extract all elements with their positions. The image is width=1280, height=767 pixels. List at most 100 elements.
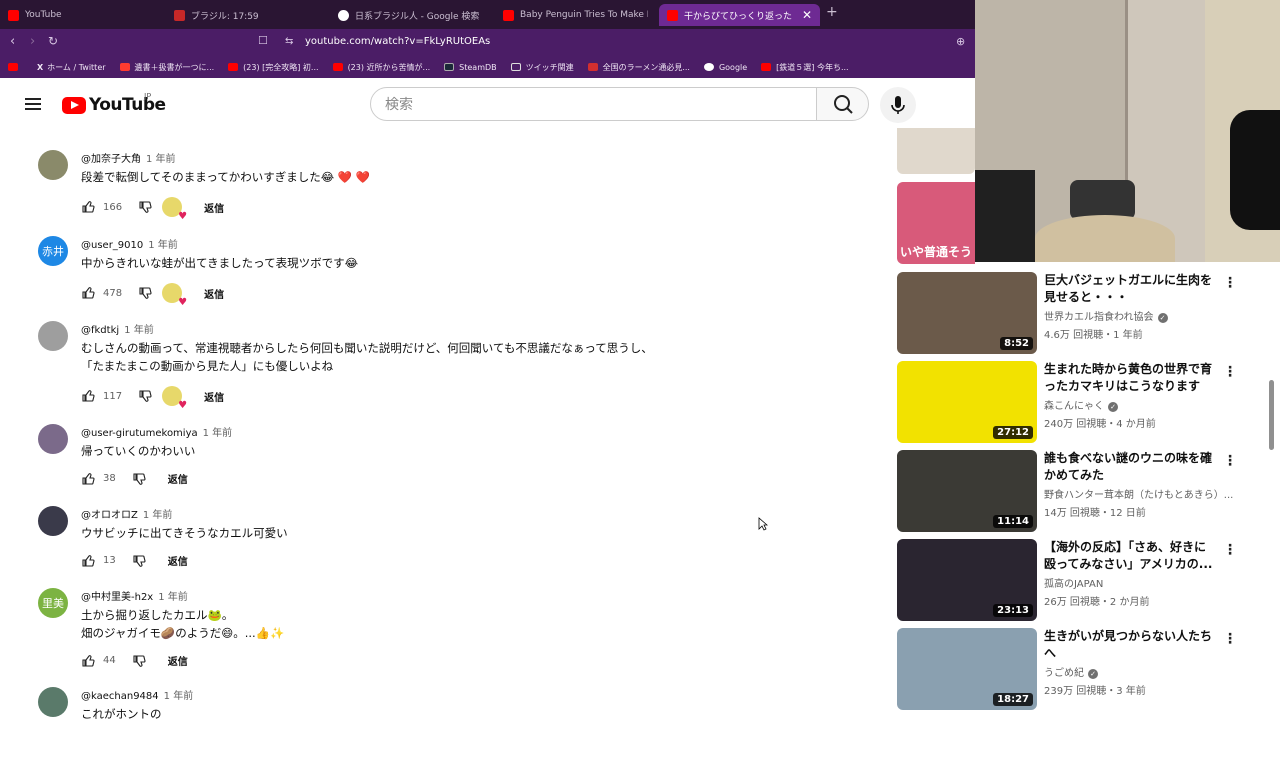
thumbs-up-icon[interactable] bbox=[81, 389, 95, 403]
comment-author[interactable]: @user_9010 bbox=[81, 240, 143, 251]
video-thumbnail[interactable]: 11:14 bbox=[897, 450, 1037, 532]
avatar[interactable] bbox=[38, 321, 68, 351]
tab-google-search[interactable]: 日系ブラジル人 - Google 検索 bbox=[338, 4, 488, 26]
more-options-icon[interactable]: ⋮ bbox=[1223, 542, 1237, 558]
reply-button[interactable]: 返信 bbox=[168, 553, 188, 568]
thumbs-up-icon[interactable] bbox=[81, 286, 95, 300]
comment-time[interactable]: 1 年前 bbox=[146, 154, 176, 165]
avatar[interactable] bbox=[38, 150, 68, 180]
more-options-icon[interactable]: ⋮ bbox=[1223, 275, 1237, 291]
video-thumbnail[interactable] bbox=[897, 128, 975, 174]
video-title[interactable]: 誰も食べない謎のウニの味を確かめてみた bbox=[1044, 450, 1214, 484]
bookmark-item[interactable]: Google bbox=[703, 63, 747, 72]
bookmark-item[interactable]: (23) [完全攻略] 初... bbox=[228, 62, 319, 73]
bookmark-item[interactable]: 遺書＋扱書が一つに... bbox=[119, 62, 214, 73]
avatar[interactable] bbox=[38, 506, 68, 536]
avatar[interactable] bbox=[38, 424, 68, 454]
like-count: 13 bbox=[103, 555, 116, 566]
bookmark-item[interactable]: SteamDB bbox=[444, 63, 497, 72]
zoom-icon[interactable]: ⊕ bbox=[956, 35, 965, 48]
tab-current-video[interactable]: 干からびてひっくり返ったカエルに水を ✕ bbox=[659, 4, 820, 26]
video-thumbnail[interactable]: いや普通そう bbox=[897, 182, 975, 264]
more-options-icon[interactable]: ⋮ bbox=[1223, 453, 1237, 469]
url-field[interactable]: youtube.com/watch?v=FkLyRUtOEAs bbox=[305, 36, 490, 47]
thumbs-down-icon[interactable] bbox=[138, 389, 152, 403]
thumbs-down-icon[interactable] bbox=[132, 472, 146, 486]
video-thumbnail[interactable]: 27:12 bbox=[897, 361, 1037, 443]
related-video-card[interactable]: 18:27 生きがいが見つからない人たちへ うごめ紀 ✓ 239万 回視聴・3 年前 ⋮ bbox=[897, 628, 1267, 710]
reply-button[interactable]: 返信 bbox=[168, 471, 188, 486]
related-video-card[interactable]: 27:12 生まれた時から黄色の世界で育ったカマキリはこうなります 森こんにゃく ✓ 2… bbox=[897, 361, 1267, 443]
video-title[interactable]: 巨大バジェットガエルに生肉を見せると・・・ bbox=[1044, 272, 1214, 306]
bookmark-item[interactable]: 全国のラーメン通必見... bbox=[587, 62, 690, 73]
channel-name[interactable]: 森こんにゃく ✓ bbox=[1044, 397, 1234, 412]
bookmark-item[interactable] bbox=[8, 63, 23, 71]
channel-name[interactable]: 孤高のJAPAN bbox=[1044, 575, 1234, 590]
hamburger-menu-icon[interactable] bbox=[25, 98, 41, 110]
comment-time[interactable]: 1 年前 bbox=[148, 240, 178, 251]
video-title[interactable]: 生きがいが見つからない人たちへ bbox=[1044, 628, 1214, 662]
more-options-icon[interactable]: ⋮ bbox=[1223, 631, 1237, 647]
thumbs-down-icon[interactable] bbox=[138, 286, 152, 300]
thumbs-up-icon[interactable] bbox=[81, 654, 95, 668]
comment-author[interactable]: @fkdtkj bbox=[81, 325, 119, 336]
comment-author[interactable]: @オロオロZ bbox=[81, 510, 138, 521]
bookmark-item[interactable]: ツイッチ関連 bbox=[510, 62, 574, 73]
video-thumbnail[interactable]: 8:52 bbox=[897, 272, 1037, 354]
video-title[interactable]: 【海外の反応】「さあ、好きに殴ってみなさい」アメリカの... bbox=[1044, 539, 1214, 573]
thumbs-down-icon[interactable] bbox=[138, 200, 152, 214]
comment-time[interactable]: 1 年前 bbox=[143, 510, 173, 521]
related-video-card[interactable]: 11:14 誰も食べない謎のウニの味を確かめてみた野食ハンター茸本朗（たけもとあき… bbox=[897, 450, 1267, 532]
close-tab-icon[interactable]: ✕ bbox=[802, 8, 812, 22]
video-duration: 8:52 bbox=[1000, 337, 1033, 350]
bookmark-icon[interactable]: ☐ bbox=[258, 34, 268, 47]
search-input[interactable]: 検索 bbox=[370, 87, 817, 121]
comment-author[interactable]: @kaechan9484 bbox=[81, 691, 159, 702]
comment-author[interactable]: @user-girutumekomiya bbox=[81, 428, 198, 439]
comment-author[interactable]: @加奈子大角 bbox=[81, 154, 141, 165]
reply-button[interactable]: 返信 bbox=[204, 286, 224, 301]
comment-time[interactable]: 1 年前 bbox=[164, 691, 194, 702]
bookmark-item[interactable]: (23) 近所から苦情が... bbox=[332, 62, 430, 73]
video-thumbnail[interactable]: 23:13 bbox=[897, 539, 1037, 621]
more-options-icon[interactable]: ⋮ bbox=[1223, 364, 1237, 380]
thumbs-down-icon[interactable] bbox=[132, 654, 146, 668]
avatar[interactable] bbox=[38, 687, 68, 717]
back-icon[interactable]: ‹ bbox=[10, 34, 15, 49]
thumbs-up-icon[interactable] bbox=[81, 200, 95, 214]
bookmark-item[interactable]: [鉄道５選] 今年ち... bbox=[761, 62, 849, 73]
comment-time[interactable]: 1 年前 bbox=[158, 592, 188, 603]
new-tab-icon[interactable]: + bbox=[826, 4, 838, 20]
reply-button[interactable]: 返信 bbox=[204, 200, 224, 215]
related-video-card[interactable]: 23:13 【海外の反応】「さあ、好きに殴ってみなさい」アメリカの... 孤高のJA… bbox=[897, 539, 1267, 621]
comment-author[interactable]: @中村里美-h2x bbox=[81, 592, 153, 603]
channel-name[interactable]: 野食ハンター茸本朗（たけもとあきら）... bbox=[1044, 486, 1234, 501]
reply-button[interactable]: 返信 bbox=[168, 653, 188, 668]
video-title[interactable]: 生まれた時から黄色の世界で育ったカマキリはこうなります bbox=[1044, 361, 1214, 395]
channel-name[interactable]: 世界カエル指食われ協会 ✓ bbox=[1044, 308, 1234, 323]
tab-baby-penguin[interactable]: Baby Penguin Tries To Make Friends | bbox=[503, 4, 648, 26]
site-info-icon[interactable]: ⇆ bbox=[285, 36, 293, 47]
tab-brazil[interactable]: ブラジル: 17:59 bbox=[174, 4, 324, 26]
channel-name[interactable]: うごめ紀 ✓ bbox=[1044, 664, 1234, 679]
related-video-card[interactable]: 8:52 巨大バジェットガエルに生肉を見せると・・・ 世界カエル指食われ協会 ✓ 4.6… bbox=[897, 272, 1267, 354]
comment-time[interactable]: 1 年前 bbox=[124, 325, 154, 336]
thumbs-up-icon[interactable] bbox=[81, 554, 95, 568]
forward-icon[interactable]: › bbox=[30, 34, 35, 49]
avatar[interactable]: 赤井 bbox=[38, 236, 68, 266]
channel-label: 野食ハンター茸本朗（たけもとあきら）... bbox=[1044, 490, 1234, 501]
reload-icon[interactable]: ↻ bbox=[48, 34, 58, 48]
comment-header: @user-girutumekomiya 1 年前 bbox=[81, 424, 232, 439]
thumbs-down-icon[interactable] bbox=[132, 554, 146, 568]
webcam-overlay bbox=[975, 0, 1280, 262]
search-button[interactable] bbox=[816, 87, 869, 121]
tab-youtube[interactable]: YouTube bbox=[8, 4, 158, 26]
video-thumbnail[interactable]: 18:27 bbox=[897, 628, 1037, 710]
thumbs-up-icon[interactable] bbox=[81, 472, 95, 486]
comment-time[interactable]: 1 年前 bbox=[203, 428, 233, 439]
scrollbar[interactable] bbox=[1269, 380, 1274, 450]
avatar[interactable]: 里美 bbox=[38, 588, 68, 618]
reply-button[interactable]: 返信 bbox=[204, 389, 224, 404]
voice-search-button[interactable] bbox=[880, 87, 916, 123]
bookmark-item[interactable]: X ホーム / Twitter bbox=[37, 62, 106, 73]
